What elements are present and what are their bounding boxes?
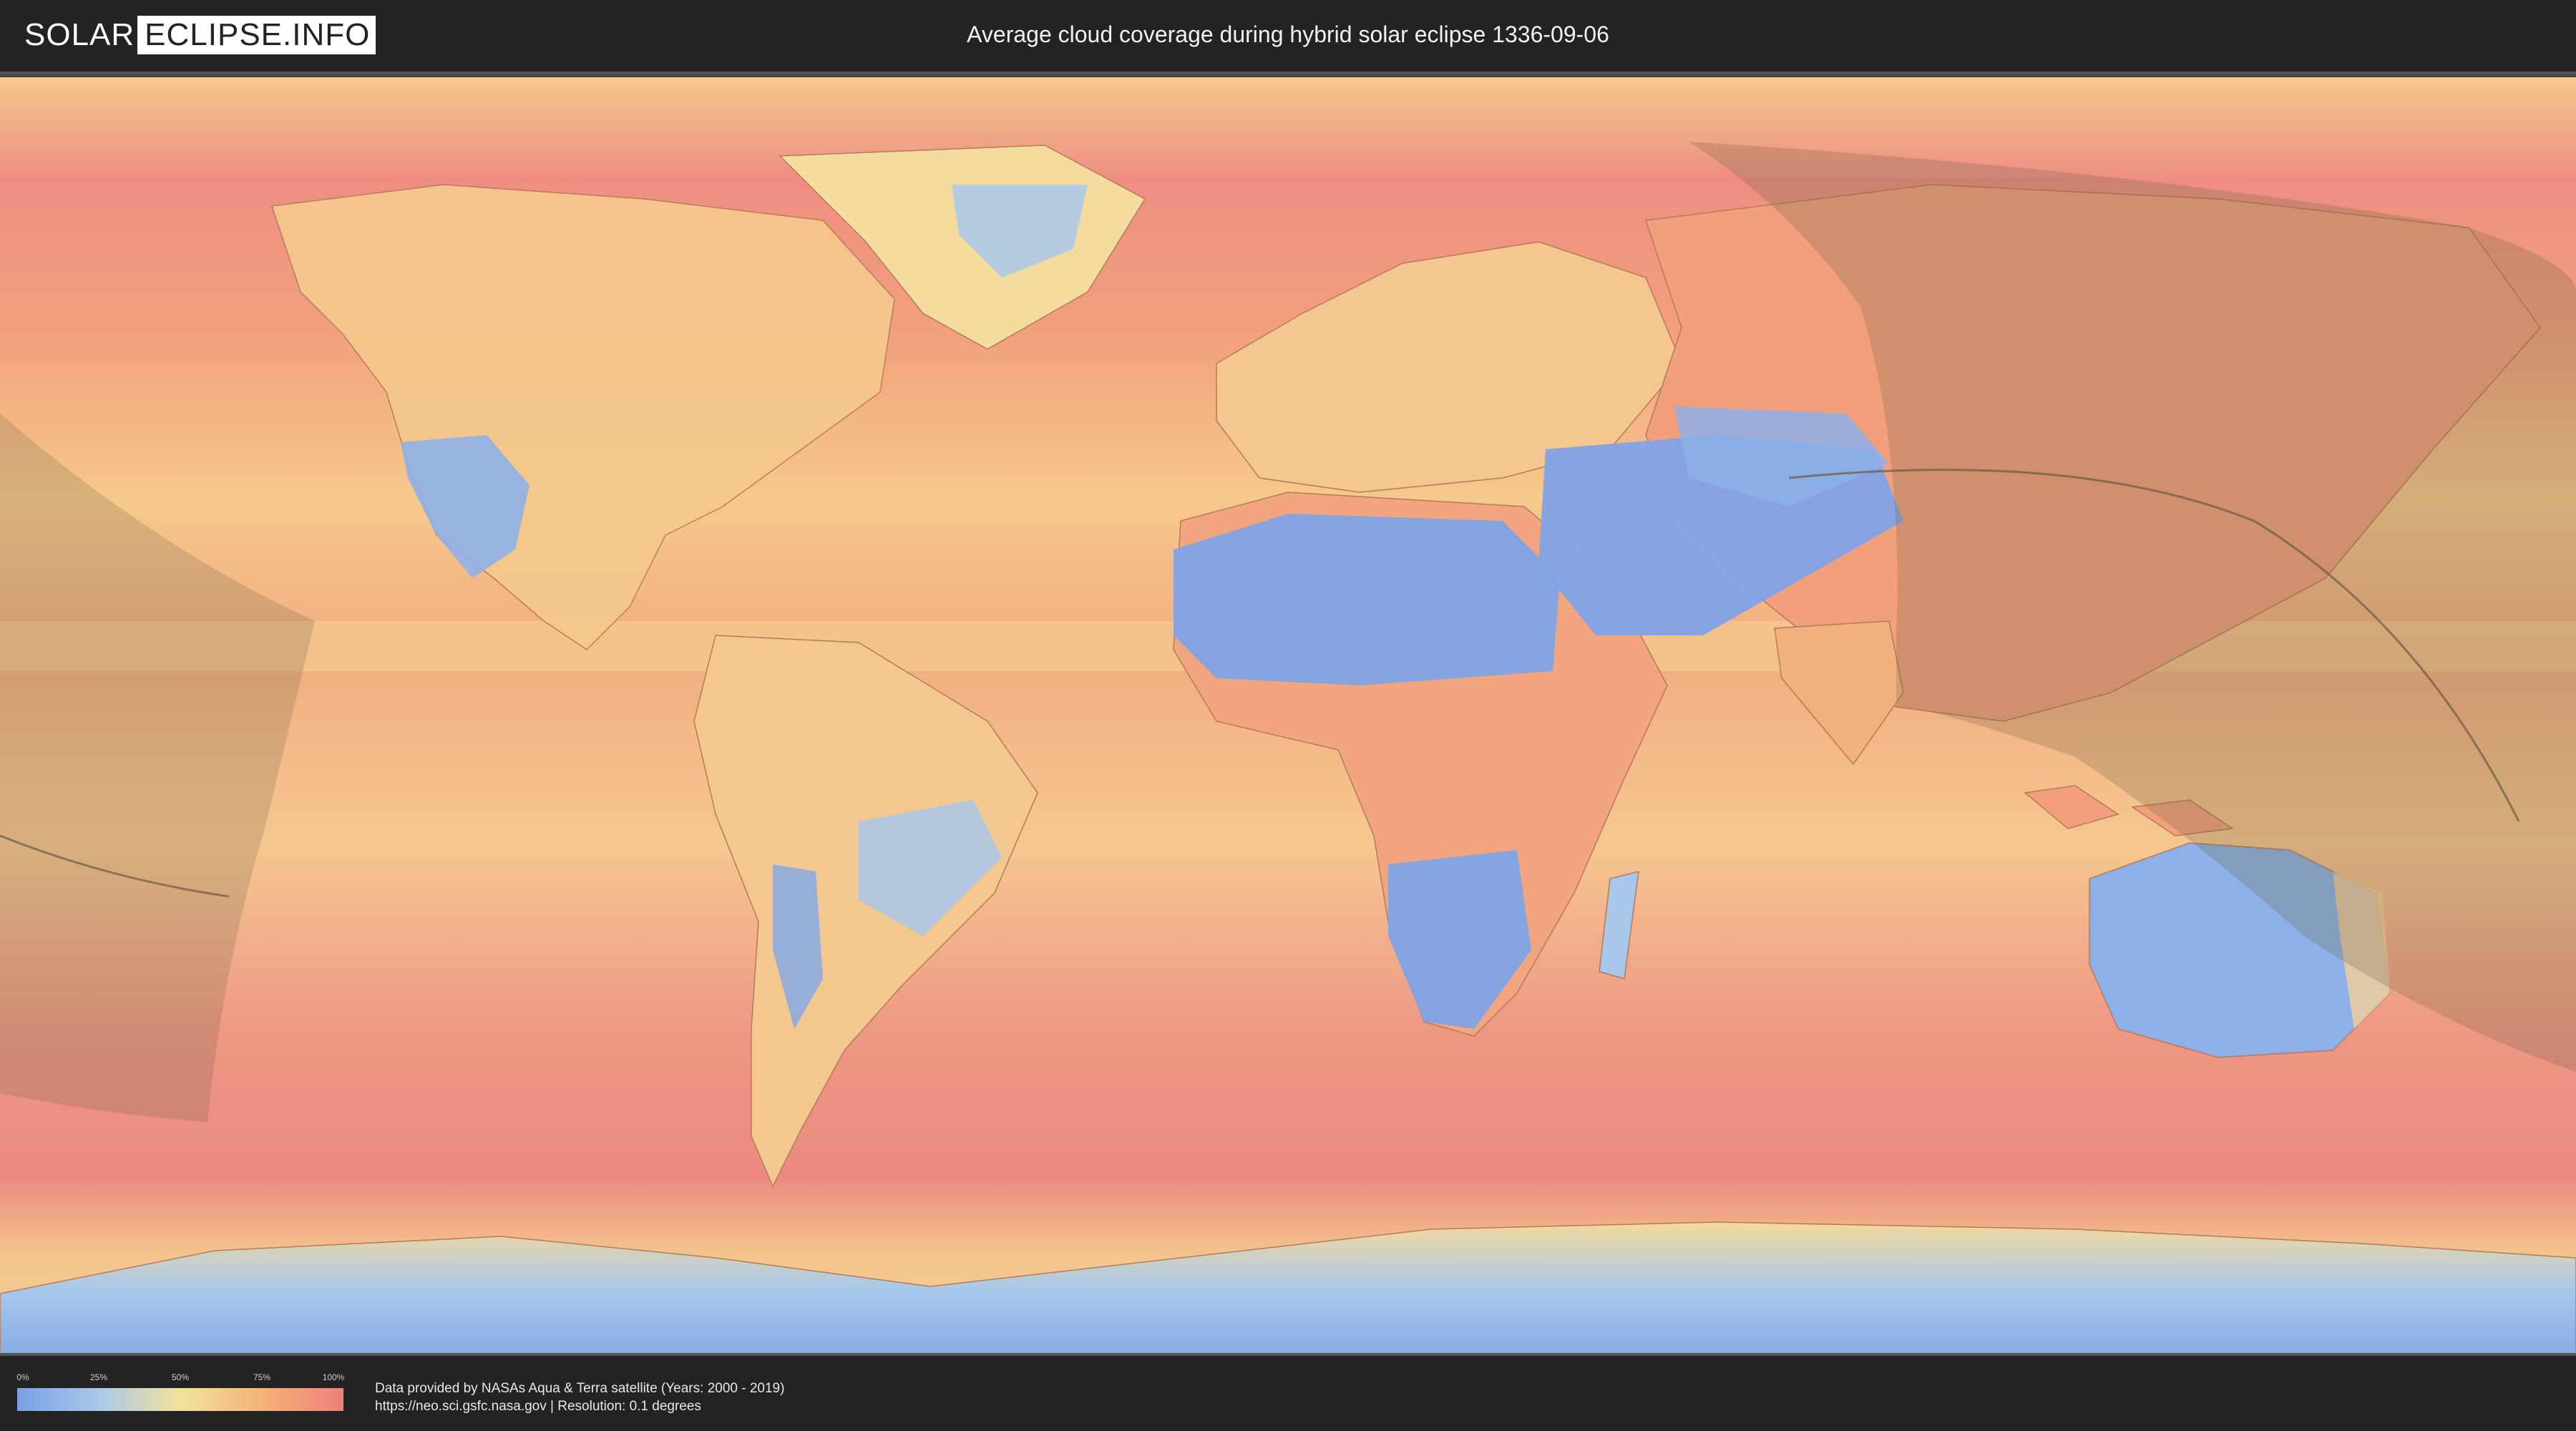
legend-tick-50: 50% <box>171 1372 190 1382</box>
world-map-svg <box>0 77 2576 1353</box>
page-title: Average cloud coverage during hybrid sol… <box>967 21 1609 47</box>
header-bar: SOLAR ECLIPSE.INFO Average cloud coverag… <box>0 0 2576 72</box>
credits-line-source: Data provided by NASAs Aqua & Terra sate… <box>375 1381 785 1396</box>
legend-tick-0: 0% <box>16 1372 29 1382</box>
legend-tick-75: 75% <box>253 1372 271 1382</box>
cloud-coverage-legend: 0% 25% 50% 75% 100% <box>16 1372 345 1415</box>
credits-line-url[interactable]: https://neo.sci.gsfc.nasa.gov | Resoluti… <box>375 1397 784 1415</box>
legend-tick-25: 25% <box>89 1372 108 1382</box>
sahara-desert <box>1174 514 1560 685</box>
legend-color-bar <box>17 1388 343 1411</box>
legend-tick-100: 100% <box>322 1372 345 1382</box>
cloud-coverage-map[interactable] <box>0 72 2576 1356</box>
data-credits: Data provided by NASAs Aqua & Terra sate… <box>375 1379 784 1415</box>
